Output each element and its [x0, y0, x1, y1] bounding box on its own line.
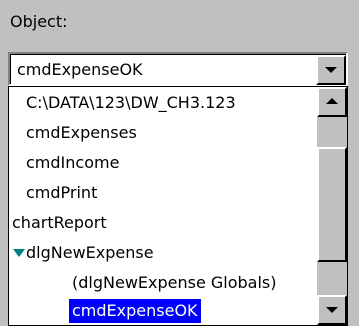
list-item[interactable]: cmdPrint [23, 181, 100, 205]
list-item[interactable]: cmdExpenses [23, 121, 140, 145]
scroll-down-arrow-icon [326, 307, 338, 313]
combo-value: cmdExpenseOK [17, 60, 143, 79]
list-item[interactable]: C:\DATA\123\DW_CH3.123 [23, 91, 239, 115]
list-item[interactable]: (dlgNewExpense Globals) [69, 271, 280, 295]
list-item[interactable]: dlgNewExpense [23, 241, 157, 265]
object-list: C:\DATA\123\DW_CH3.123 cmdExpenses cmdIn… [9, 87, 317, 325]
scroll-up-button[interactable] [317, 87, 347, 117]
list-item[interactable]: chartReport [9, 211, 110, 235]
vertical-scrollbar[interactable] [317, 87, 347, 325]
object-combo-box[interactable]: cmdExpenseOK [8, 52, 348, 86]
list-item[interactable]: cmdIncome [23, 151, 122, 175]
list-item-selected[interactable]: cmdExpenseOK [69, 299, 201, 323]
object-dropdown-list[interactable]: C:\DATA\123\DW_CH3.123 cmdExpenses cmdIn… [8, 86, 348, 326]
object-label: Object: [10, 12, 68, 31]
scroll-up-arrow-icon [326, 98, 338, 104]
chevron-down-icon [325, 67, 337, 73]
combo-dropdown-button[interactable] [316, 55, 346, 85]
scroll-thumb[interactable] [317, 147, 347, 262]
scroll-down-button[interactable] [317, 295, 347, 325]
